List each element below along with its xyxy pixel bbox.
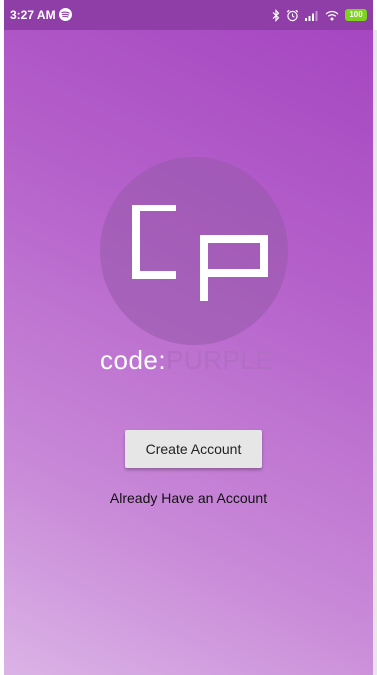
wifi-icon bbox=[325, 10, 339, 20]
brand-purple-text: PURPLE bbox=[166, 345, 274, 375]
status-icons: 100 bbox=[272, 7, 367, 23]
status-time: 3:27 AM bbox=[10, 8, 56, 22]
app-frame: 3:27 AM 100 code:PURPLE Create Account A… bbox=[0, 0, 377, 675]
brand-wordmark: code:PURPLE bbox=[100, 343, 273, 377]
bluetooth-icon bbox=[272, 8, 280, 22]
signal-icon bbox=[305, 10, 318, 21]
screen-edge bbox=[373, 30, 377, 675]
alarm-icon bbox=[286, 9, 299, 21]
brand-code-text: code: bbox=[100, 345, 167, 375]
status-bar: 3:27 AM 100 bbox=[4, 0, 373, 30]
already-have-account-link[interactable]: Already Have an Account bbox=[4, 490, 373, 506]
spotify-icon bbox=[59, 8, 72, 21]
cp-logo-mark bbox=[132, 205, 268, 301]
create-account-button[interactable]: Create Account bbox=[125, 430, 262, 468]
welcome-screen: 3:27 AM 100 code:PURPLE Create Account A… bbox=[4, 0, 373, 675]
battery-icon: 100 bbox=[345, 9, 367, 21]
